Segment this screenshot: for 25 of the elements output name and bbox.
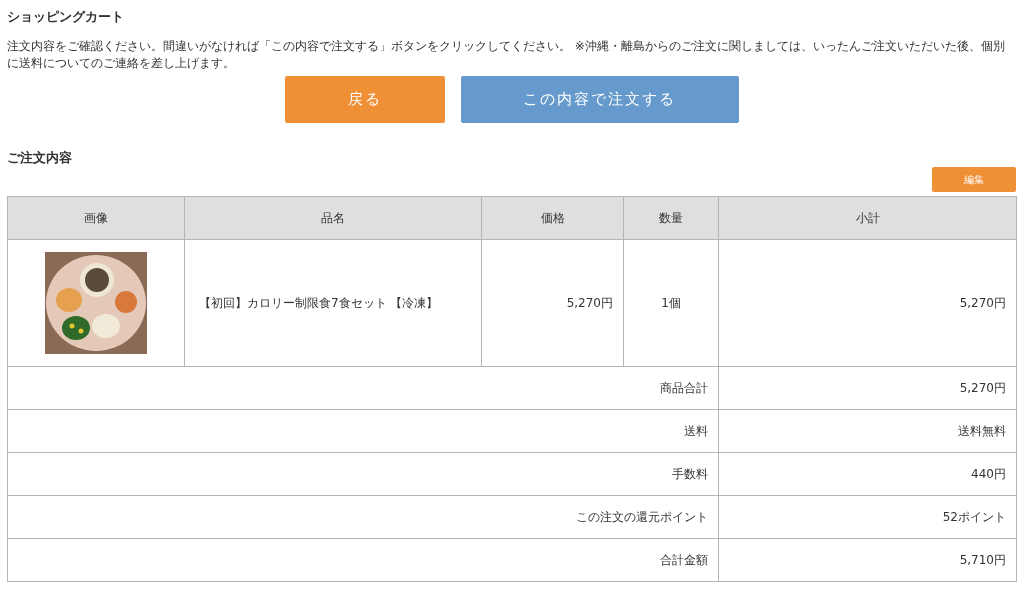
table-cell: 52ポイント xyxy=(718,495,1017,539)
table-cell: 送料 xyxy=(7,409,719,453)
notice-text: 注文内容をご確認ください。間違いがなければ「この内容で注文する」ボタンをクリックしてください。 ※沖縄・離島からのご注文に関しましては、いったんご注文いただいた後、個別に送料についてのご連絡を差し上げます。 xyxy=(7,38,1006,72)
section-title: ご注文内容 xyxy=(7,149,72,167)
table-cell: 5,270円 xyxy=(718,366,1017,410)
table-cell: 5,270円 xyxy=(718,239,1017,367)
back-button[interactable]: 戻る xyxy=(284,76,445,123)
table-cell: 送料無料 xyxy=(718,409,1017,453)
table-cell: 440円 xyxy=(718,452,1017,496)
page-title: ショッピングカート xyxy=(7,8,124,26)
column-header: 小計 xyxy=(718,196,1017,240)
column-header: 画像 xyxy=(7,196,185,240)
table-cell: 商品合計 xyxy=(7,366,719,410)
column-header: 品名 xyxy=(184,196,482,240)
table-cell: 5,270円 xyxy=(481,239,624,367)
table-cell: 合計金額 xyxy=(7,538,719,582)
confirm-order-button[interactable]: この内容で注文する xyxy=(460,76,739,123)
table-cell: 【初回】カロリー制限食7食セット 【冷凍】 xyxy=(184,239,482,367)
column-header: 数量 xyxy=(623,196,719,240)
table-cell: 手数料 xyxy=(7,452,719,496)
table-cell: この注文の還元ポイント xyxy=(7,495,719,539)
edit-button[interactable]: 編集 xyxy=(932,167,1016,192)
table-cell: 1個 xyxy=(623,239,719,367)
table-cell: 5,710円 xyxy=(718,538,1017,582)
column-header: 価格 xyxy=(481,196,624,240)
